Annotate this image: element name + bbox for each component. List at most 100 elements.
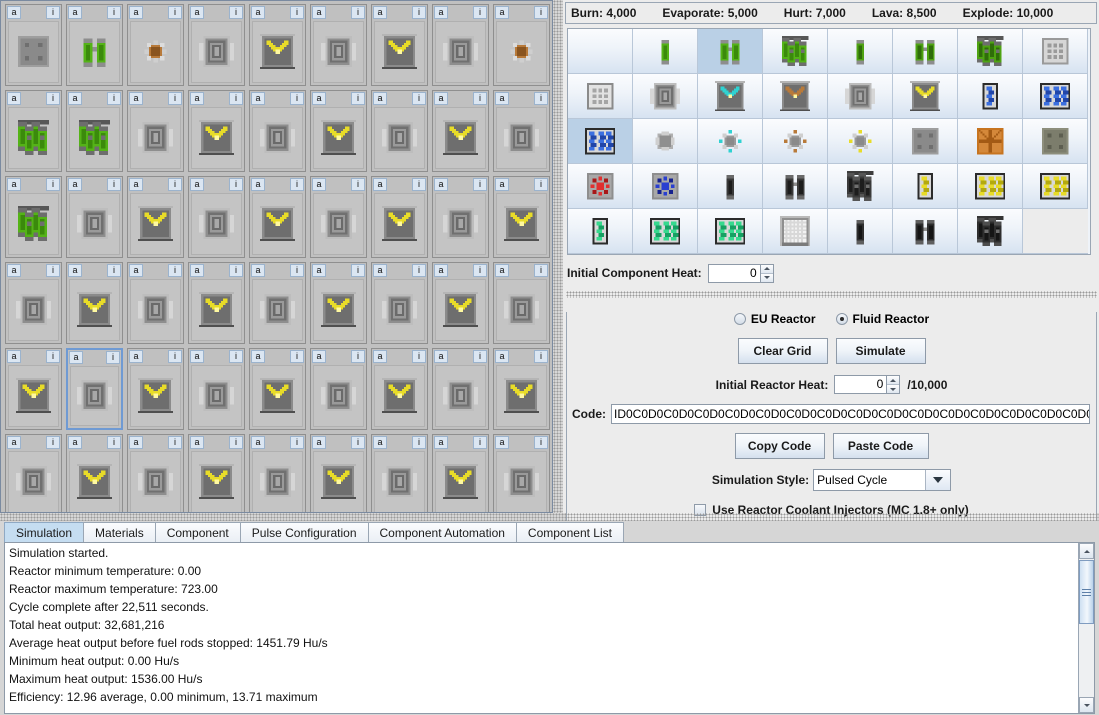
initial-component-heat-arrows[interactable] [759, 263, 774, 283]
palette-item-coolant-cell-yellow-60k[interactable] [893, 164, 958, 209]
reactor-cell-r6c7[interactable]: ai [371, 434, 428, 512]
overclocked-heat-vent-icon[interactable] [374, 21, 425, 83]
cell-info-button[interactable]: i [534, 92, 548, 105]
cell-add-button[interactable]: a [495, 178, 509, 191]
cell-info-button[interactable]: i [290, 92, 304, 105]
tab-simulation[interactable]: Simulation [4, 522, 85, 543]
palette-item-heat-vent[interactable] [633, 74, 698, 119]
reactor-cell-r4c5[interactable]: ai [249, 262, 306, 344]
reactor-cell-r3c8[interactable]: ai [432, 176, 489, 258]
right-panel-split-divider[interactable] [566, 291, 1097, 298]
reactor-cell-r5c1[interactable]: ai [5, 348, 62, 430]
cell-info-button[interactable]: i [229, 92, 243, 105]
palette-item-single-mox-rod[interactable] [828, 29, 893, 74]
cell-info-button[interactable]: i [168, 178, 182, 191]
heat-vent-icon[interactable] [313, 21, 364, 83]
reactor-cell-r2c2[interactable]: ai [66, 90, 123, 172]
reactor-cell-r4c2[interactable]: ai [66, 262, 123, 344]
reactor-cell-r5c5[interactable]: ai [249, 348, 306, 430]
reactor-cell-r5c7[interactable]: ai [371, 348, 428, 430]
palette-item-coolant-cell-green-60k[interactable] [568, 209, 633, 254]
cell-info-button[interactable]: i [107, 6, 121, 19]
palette-item-lzh-condensator[interactable] [633, 164, 698, 209]
cell-info-button[interactable]: i [473, 264, 487, 277]
cell-add-button[interactable]: a [190, 92, 204, 105]
reactor-cell-r5c6[interactable]: ai [310, 348, 367, 430]
cell-add-button[interactable]: a [129, 6, 143, 19]
reactor-cell-r5c3[interactable]: ai [127, 348, 184, 430]
palette-item-neutron-reflector[interactable] [1023, 29, 1088, 74]
palette-item-dual-uranium-rod[interactable] [698, 29, 763, 74]
reactor-cell-r1c1[interactable]: ai [5, 4, 62, 86]
heat-vent-icon[interactable] [496, 107, 547, 169]
cell-add-button[interactable]: a [251, 264, 265, 277]
heat-vent-icon[interactable] [374, 107, 425, 169]
palette-item-containment-reactor-plating[interactable] [958, 119, 1023, 164]
cell-add-button[interactable]: a [68, 436, 82, 449]
heat-vent-icon[interactable] [130, 107, 181, 169]
copper-vent-core-icon[interactable] [130, 21, 181, 83]
reactor-cell-r1c3[interactable]: ai [127, 4, 184, 86]
cell-add-button[interactable]: a [68, 178, 82, 191]
cell-info-button[interactable]: i [290, 6, 304, 19]
cell-add-button[interactable]: a [312, 6, 326, 19]
overclocked-heat-vent-icon[interactable] [313, 451, 364, 512]
palette-item-quad-uranium-rod[interactable] [763, 29, 828, 74]
cell-add-button[interactable]: a [312, 264, 326, 277]
overclocked-heat-vent-icon[interactable] [435, 451, 486, 512]
palette-item-quad-naquadah-rod[interactable] [958, 209, 1023, 254]
cell-info-button[interactable]: i [473, 178, 487, 191]
overclocked-heat-vent-icon[interactable] [374, 193, 425, 255]
cell-info-button[interactable]: i [229, 6, 243, 19]
palette-item-heat-capacity-reactor-plating[interactable] [1023, 119, 1088, 164]
cell-info-button[interactable]: i [534, 264, 548, 277]
cell-add-button[interactable]: a [373, 264, 387, 277]
heat-vent-icon[interactable] [252, 451, 303, 512]
reactor-cell-r3c2[interactable]: ai [66, 176, 123, 258]
palette-item-dual-thorium-rod[interactable] [763, 164, 828, 209]
cell-add-button[interactable]: a [190, 264, 204, 277]
reactor-cell-r6c8[interactable]: ai [432, 434, 489, 512]
cell-info-button[interactable]: i [46, 350, 60, 363]
palette-item-overclocked-heat-vent[interactable] [893, 74, 958, 119]
reactor-cell-r4c6[interactable]: ai [310, 262, 367, 344]
tab-component-list[interactable]: Component List [515, 522, 624, 543]
tab-component-automation[interactable]: Component Automation [367, 522, 517, 543]
cell-add-button[interactable]: a [190, 350, 204, 363]
reactor-cell-r4c1[interactable]: ai [5, 262, 62, 344]
overclocked-heat-vent-icon[interactable] [374, 365, 425, 427]
heat-vent-icon[interactable] [374, 451, 425, 512]
palette-item-reactor-heat-exchanger[interactable] [763, 119, 828, 164]
reactor-cell-r6c3[interactable]: ai [127, 434, 184, 512]
overclocked-heat-vent-icon[interactable] [130, 365, 181, 427]
cell-info-button[interactable]: i [107, 178, 121, 191]
simulation-style-value[interactable]: Pulsed Cycle [814, 470, 926, 490]
palette-item-coolant-cell-yellow-360k[interactable] [1023, 164, 1088, 209]
quad-fuel-rod-icon[interactable] [8, 107, 59, 169]
heat-vent-icon[interactable] [435, 21, 486, 83]
palette-item-advanced-heat-exchanger[interactable] [698, 119, 763, 164]
reactor-cell-r3c7[interactable]: ai [371, 176, 428, 258]
radio-circle-selected-icon[interactable] [835, 313, 848, 325]
spinner-up-icon[interactable] [760, 264, 773, 274]
heat-vent-icon[interactable] [313, 193, 364, 255]
reactor-cell-r5c2[interactable]: ai [66, 348, 123, 430]
cell-add-button[interactable]: a [68, 6, 82, 19]
reactor-cell-r4c8[interactable]: ai [432, 262, 489, 344]
palette-item-heat-exchanger[interactable] [633, 119, 698, 164]
heat-vent-icon[interactable] [191, 21, 242, 83]
cell-add-button[interactable]: a [129, 264, 143, 277]
fluid-reactor-radio[interactable]: Fluid Reactor [835, 312, 929, 326]
cell-info-button[interactable]: i [229, 436, 243, 449]
reactor-cell-r4c7[interactable]: ai [371, 262, 428, 344]
eu-reactor-radio[interactable]: EU Reactor [733, 312, 836, 326]
cell-add-button[interactable]: a [68, 92, 82, 105]
heat-vent-icon[interactable] [374, 279, 425, 341]
code-input[interactable]: ID0C0D0C0D0C0D0C0D0C0D0C0D0C0D0C0D0C0D0C… [611, 404, 1090, 424]
cell-info-button[interactable]: i [473, 92, 487, 105]
heat-vent-icon[interactable] [252, 279, 303, 341]
cell-add-button[interactable]: a [312, 92, 326, 105]
initial-reactor-heat-stepper[interactable]: 0 [834, 375, 901, 394]
heat-vent-icon[interactable] [130, 279, 181, 341]
palette-item-reactor-plating[interactable] [893, 119, 958, 164]
